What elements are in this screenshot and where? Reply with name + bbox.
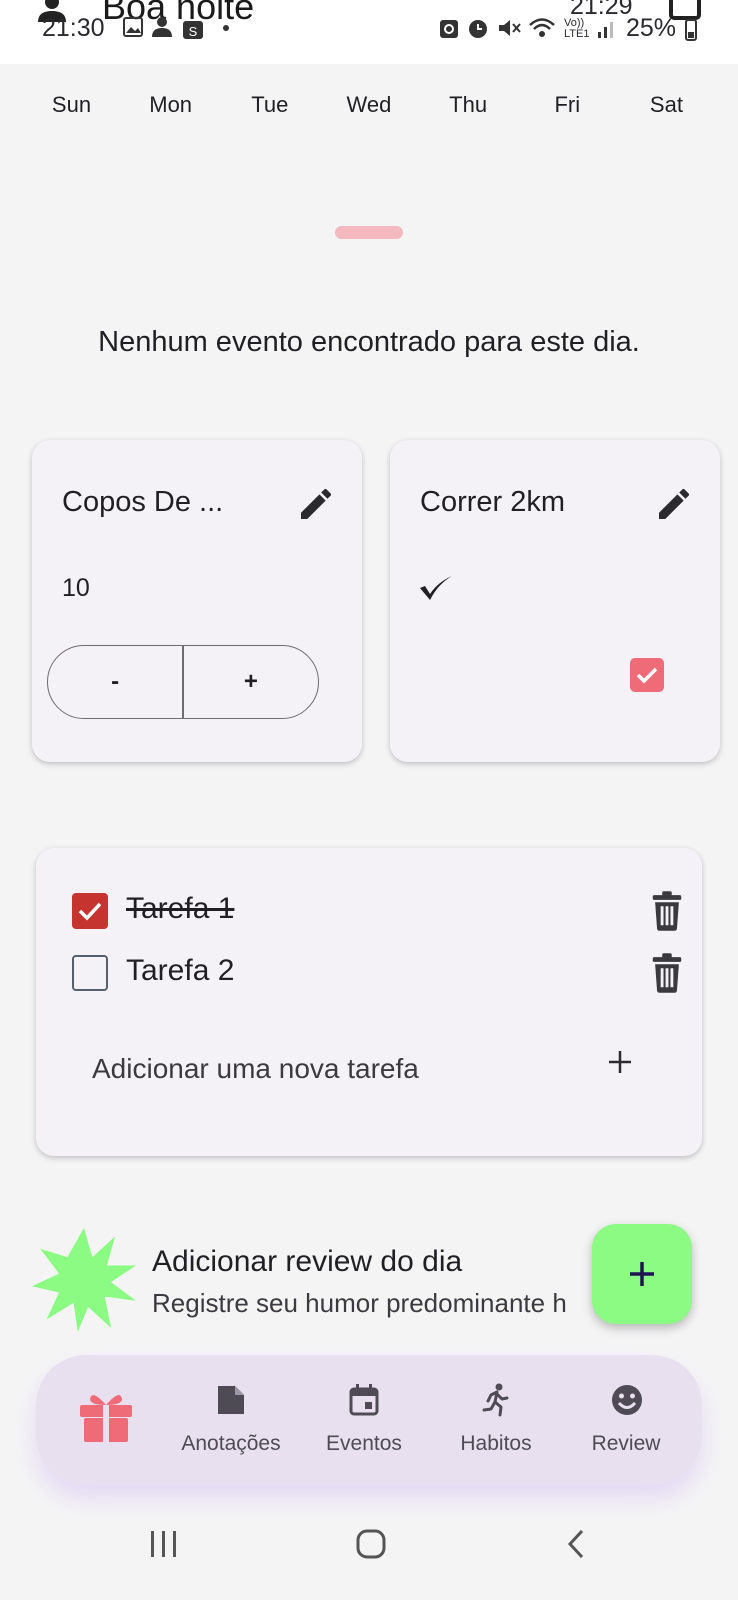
decrement-button[interactable]: - — [48, 646, 182, 718]
weekday-fri[interactable]: Fri — [518, 92, 617, 126]
task-checkbox-unchecked[interactable] — [72, 955, 108, 991]
gift-icon — [80, 1395, 132, 1442]
habit-title: Copos De ... — [62, 486, 224, 518]
dot-icon — [223, 25, 229, 31]
task-row: Tarefa 2 — [72, 948, 682, 998]
note-icon — [218, 1386, 244, 1414]
task-checkbox-checked[interactable] — [72, 893, 108, 929]
smiley-icon — [612, 1385, 642, 1415]
nav-item-habitos[interactable]: Habitos — [436, 1355, 556, 1485]
calendar-icon — [349, 1384, 379, 1416]
weekday-thu[interactable]: Thu — [419, 92, 518, 126]
add-task-plus-icon[interactable] — [604, 1046, 636, 1078]
habit-title: Correr 2km — [420, 486, 566, 518]
weekday-mon[interactable]: Mon — [121, 92, 220, 126]
check-icon — [636, 667, 658, 684]
recycle-icon — [440, 20, 458, 38]
nav-label: Review — [591, 1432, 661, 1455]
habit-counter-value: 10 — [62, 574, 90, 602]
tasks-card: Tarefa 1 Tarefa 2 Adicionar uma nova tar… — [36, 848, 702, 1156]
nav-item-eventos[interactable]: Eventos — [304, 1355, 424, 1485]
mute-icon — [499, 20, 521, 36]
back-icon[interactable] — [564, 1527, 588, 1561]
svg-text:S: S — [189, 24, 198, 39]
starburst-icon — [32, 1228, 136, 1332]
quantity-stepper: - + — [47, 645, 319, 719]
wifi-icon — [529, 18, 555, 37]
increment-button[interactable]: + — [184, 646, 318, 718]
trash-icon[interactable] — [648, 952, 686, 994]
battery-icon — [685, 19, 697, 41]
running-icon — [482, 1383, 509, 1417]
task-label: Tarefa 1 — [126, 892, 235, 925]
nav-label: Anotações — [181, 1432, 281, 1455]
recent-apps-icon[interactable] — [148, 1527, 180, 1561]
habit-card-check: Correr 2km — [390, 440, 720, 762]
habit-done-checkbox[interactable] — [630, 658, 664, 692]
nav-item-gift[interactable] — [56, 1355, 156, 1485]
trash-icon[interactable] — [648, 890, 686, 932]
plus-icon — [630, 1262, 654, 1286]
week-day-header: Sun Mon Tue Wed Thu Fri Sat — [22, 92, 716, 126]
nav-label: Habitos — [460, 1432, 532, 1455]
add-fab-button[interactable] — [592, 1224, 692, 1324]
weekday-sat[interactable]: Sat — [617, 92, 716, 126]
bottom-navigation: Anotações Eventos Habitos Review — [36, 1355, 702, 1485]
weekday-wed[interactable]: Wed — [319, 92, 418, 126]
nav-label: Eventos — [326, 1432, 402, 1455]
drag-handle[interactable] — [335, 226, 403, 239]
habit-card-counter: Copos De ... 10 - + — [32, 440, 362, 762]
battery-percent: 25% — [626, 14, 677, 42]
edit-pencil-icon[interactable] — [296, 484, 336, 524]
shop-icon: S — [183, 21, 203, 39]
network-label: Vo)) LTE1 — [564, 17, 590, 40]
home-icon[interactable] — [354, 1527, 388, 1561]
review-title[interactable]: Adicionar review do dia — [152, 1245, 462, 1279]
contact-icon — [152, 17, 172, 37]
no-events-message: Nenhum evento encontrado para este dia. — [98, 326, 640, 358]
task-label: Tarefa 2 — [126, 954, 235, 987]
task-row: Tarefa 1 — [72, 886, 682, 936]
check-icon — [78, 902, 102, 921]
signal-icon — [598, 22, 613, 38]
gallery-icon — [123, 17, 143, 37]
review-subtitle: Registre seu humor predominante h — [152, 1288, 567, 1318]
weekday-tue[interactable]: Tue — [220, 92, 319, 126]
edit-pencil-icon[interactable] — [654, 484, 694, 524]
new-task-input[interactable]: Adicionar uma nova tarefa — [92, 1053, 419, 1085]
status-time-left: 21:30 — [42, 14, 105, 42]
system-navigation-bar — [0, 1515, 738, 1600]
completed-check-icon — [420, 576, 452, 600]
alarm-icon — [469, 20, 487, 38]
nav-item-review[interactable]: Review — [566, 1355, 686, 1485]
weekday-sun[interactable]: Sun — [22, 92, 121, 126]
nav-item-anotacoes[interactable]: Anotações — [171, 1355, 291, 1485]
status-bar: Boa noite 21:30 S 21:29 Vo)) LTE1 25% — [0, 0, 738, 64]
